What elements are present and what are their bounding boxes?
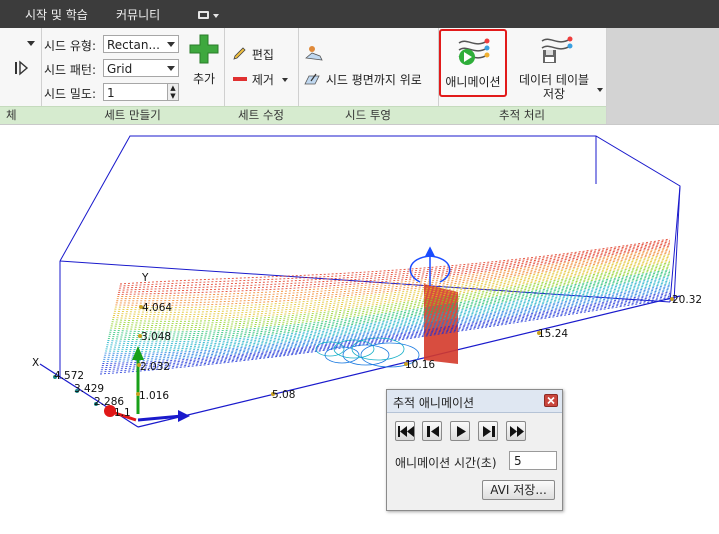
seed-pattern-label: 시드 패턴: — [44, 63, 97, 77]
streamline — [101, 294, 671, 369]
project-label: 시드 평면까지 위로 — [325, 73, 422, 87]
streamline — [112, 262, 671, 322]
axis-x-label: X — [32, 357, 39, 369]
seed-type-select[interactable]: Rectan... — [103, 35, 179, 53]
group-footer-project: 시드 투영 — [298, 106, 438, 124]
rewind-icon — [398, 426, 414, 437]
group-partial: 체 — [0, 28, 42, 124]
y-tick: 2.032 — [140, 361, 170, 373]
group-footer-cut: 체 — [0, 106, 41, 124]
chevron-down-icon — [167, 42, 175, 47]
group-footer-modify: 세트 수정 — [224, 106, 298, 124]
remove-button[interactable]: 제거 — [232, 71, 288, 88]
chevron-down-icon — [281, 78, 288, 82]
z-tick: 4.572 — [54, 370, 84, 382]
z-tick: 3.429 — [74, 383, 104, 395]
step-back-icon — [427, 426, 439, 437]
axis-y-label: Y — [141, 272, 149, 284]
y-tick: 4.064 — [142, 302, 172, 314]
chevron-down-icon — [167, 66, 175, 71]
project-up-button[interactable]: 시드 평면까지 위로 — [304, 71, 422, 88]
animation-time-input[interactable]: 5 — [509, 451, 557, 470]
graphics-viewport[interactable]: Y X 4.064 3.048 2.032 1.016 4.572 3.429 … — [0, 124, 719, 534]
plus-icon — [189, 34, 219, 64]
menu-getting-started[interactable]: 시작 및 학습 — [25, 6, 88, 23]
top-menu-bar: 시작 및 학습 커뮤니티 — [0, 0, 719, 28]
menu-community[interactable]: 커뮤니티 — [116, 6, 160, 23]
floor-edges — [39, 295, 681, 428]
seed-density-value: 1 — [107, 86, 115, 100]
group-create-set: 시드 유형: Rectan... 시드 패턴: Grid 시드 밀도: 1 ▲ ▼… — [41, 28, 225, 124]
animation-button[interactable]: 애니메이션 — [439, 29, 507, 97]
group-modify-set: 편집 제거 세트 수정 — [224, 28, 299, 124]
seed-plane-icon — [305, 46, 323, 61]
group-trace-processing: 애니메이션 데이터 테이블 저장 추적 처리 — [438, 28, 607, 124]
close-icon — [547, 396, 555, 405]
x-tick: 20.32 — [672, 294, 702, 306]
seed-type-label: 시드 유형: — [44, 39, 97, 53]
seed-density-stepper[interactable]: 1 ▲ ▼ — [103, 83, 179, 101]
edit-button[interactable]: 편집 — [232, 46, 274, 63]
seed-pattern-value: Grid — [107, 62, 133, 76]
spinner-icon[interactable]: ▲ ▼ — [167, 84, 178, 100]
animation-label: 애니메이션 — [445, 75, 501, 89]
seed-type-value: Rectan... — [107, 38, 160, 52]
x-tick: 15.24 — [538, 328, 568, 340]
minus-icon — [233, 77, 247, 81]
quick-access-dropdown[interactable] — [197, 9, 221, 21]
trace-animation-dialog: 추적 애니메이션 애니메이션 시간(초) 5 AVI 저장... — [386, 389, 563, 511]
data-table-label-2: 저장 — [542, 87, 566, 101]
play-icon — [457, 426, 466, 437]
add-button[interactable]: 추가 — [186, 33, 222, 87]
dialog-title: 추적 애니메이션 — [393, 396, 475, 410]
save-table-icon — [541, 36, 573, 63]
streamline — [100, 295, 671, 371]
save-avi-button[interactable]: AVI 저장... — [482, 480, 555, 500]
y-tick: 3.048 — [141, 331, 171, 343]
chevron-down-icon — [597, 88, 603, 92]
y-tick: 1.016 — [139, 390, 169, 402]
add-label: 추가 — [192, 72, 216, 86]
step-forward-icon — [483, 426, 495, 437]
dropdown-arrow[interactable] — [27, 41, 35, 46]
remove-label: 제거 — [251, 73, 274, 87]
group-seed-projection: 시드 평면까지 위로 시드 투영 — [298, 28, 439, 124]
project-icon — [304, 73, 320, 85]
close-button[interactable] — [544, 394, 558, 407]
z-tick-labels: 4.572 3.429 2.286 1.1 — [53, 370, 131, 419]
step-back-button[interactable] — [422, 421, 442, 441]
step-forward-button[interactable] — [478, 421, 498, 441]
streamline — [117, 246, 671, 298]
display-icon — [198, 11, 219, 19]
edit-label: 편집 — [251, 48, 274, 62]
streamlines — [99, 238, 671, 375]
group-footer-create: 세트 만들기 — [41, 106, 224, 124]
seed-density-label: 시드 밀도: — [44, 87, 97, 101]
streamline — [112, 259, 671, 318]
z-tick: 1.1 — [114, 407, 131, 419]
streamline — [119, 239, 671, 287]
rotation-handle[interactable] — [409, 246, 451, 286]
ribbon-empty-area — [607, 28, 719, 124]
play-button[interactable] — [450, 421, 470, 441]
group-footer-trace: 추적 처리 — [438, 106, 606, 124]
dialog-title-bar[interactable]: 추적 애니메이션 — [387, 390, 562, 413]
streamline — [116, 249, 671, 302]
pencil-icon — [233, 47, 246, 60]
animation-time-label: 애니메이션 시간(초) — [395, 456, 497, 470]
recirculation-loop — [324, 346, 360, 364]
rewind-button[interactable] — [395, 421, 415, 441]
x-tick: 10.16 — [405, 359, 435, 371]
animation-play-icon — [458, 38, 490, 65]
recirculation-loop — [351, 337, 405, 361]
x-tick: 5.08 — [272, 389, 295, 401]
step-forward-icon[interactable] — [14, 60, 30, 76]
fast-forward-button[interactable] — [506, 421, 526, 441]
save-data-table-button[interactable]: 데이터 테이블 저장 — [512, 30, 604, 101]
fast-forward-icon — [510, 426, 524, 437]
seed-pattern-select[interactable]: Grid — [103, 59, 179, 77]
ribbon: 체 시드 유형: Rectan... 시드 패턴: Grid 시드 밀도: 1 … — [0, 28, 719, 125]
streamline — [119, 238, 671, 285]
